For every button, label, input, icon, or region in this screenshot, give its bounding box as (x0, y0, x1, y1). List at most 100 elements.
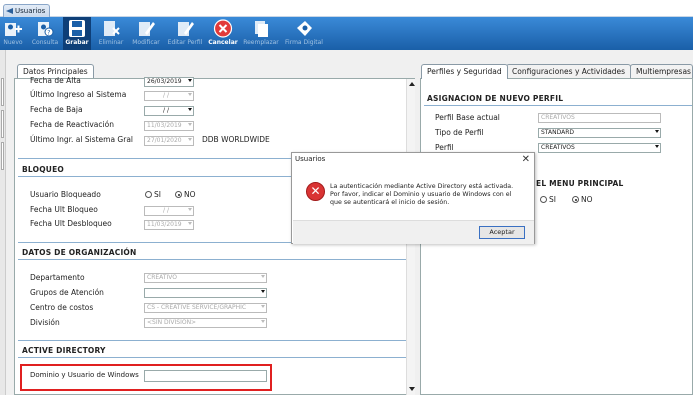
fecha-alta-field[interactable]: 26/03/2019 (144, 77, 194, 87)
radio-no-label: NO (184, 190, 196, 199)
window-tab-usuarios[interactable]: Usuarios (3, 4, 51, 17)
menu-principal-title: EL MENU PRINCIPAL (536, 179, 624, 188)
query-user-icon: ? (38, 22, 54, 37)
division-select[interactable]: <SIN DIVISION> (144, 318, 267, 328)
replace-icon (255, 21, 268, 37)
ultimo-ingr-gral-field[interactable]: 27/01/2020 (144, 136, 194, 146)
chevron-down-icon (261, 290, 265, 293)
tab-configuraciones-label: Configuraciones y Actividades (512, 67, 626, 76)
departamento-select[interactable]: CREATIVO (144, 273, 267, 283)
edit-profile-button[interactable]: Editar Perfil (165, 17, 205, 50)
delete-button-label: Eliminar (98, 39, 124, 46)
radio-circle-icon (145, 191, 152, 198)
new-button[interactable]: Nuevo (0, 17, 26, 50)
digital-signature-button-label: Firma Digital (285, 39, 323, 46)
centro-costos-select[interactable]: CS - CREATIVE SERVICE/GRAPHIC (144, 303, 267, 313)
ultimo-ingreso-value: / / (163, 92, 169, 99)
side-strip-tab[interactable] (1, 142, 4, 170)
fecha-reactivacion-value: 11/03/2019 (147, 122, 182, 129)
edit-icon (139, 22, 155, 36)
nuevo-perfil-title: ASIGNACION DE NUEVO PERFIL (427, 94, 564, 103)
chevron-down-icon (261, 305, 265, 308)
side-strip-tab[interactable] (1, 110, 4, 138)
company-name: DDB WORLDWIDE (202, 135, 270, 144)
division-value: <SIN DIVISION> (147, 319, 197, 326)
active-directory-title: ACTIVE DIRECTORY (22, 346, 106, 355)
usuario-bloqueado-label: Usuario Bloqueado (30, 190, 101, 199)
fecha-ult-desbloqueo-value: 11/03/2019 (147, 221, 182, 228)
section-divider (18, 340, 406, 341)
chevron-down-icon (261, 275, 265, 278)
fecha-baja-value: / / (163, 107, 169, 114)
fecha-ult-bloqueo-field[interactable]: / / (144, 206, 194, 216)
query-button[interactable]: ? Consulta (28, 17, 62, 50)
dialog-title-bar: Usuarios ✕ (292, 153, 534, 167)
chevron-down-icon (188, 108, 192, 111)
chevron-down-icon (188, 79, 192, 82)
tab-perfiles-seguridad-label: Perfiles y Seguridad (427, 67, 502, 76)
fecha-baja-field[interactable]: / / (144, 106, 194, 116)
perfil-base-field[interactable]: CREATIVOS (538, 113, 661, 123)
side-strip-tab[interactable] (1, 78, 4, 106)
fecha-reactivacion-field[interactable]: 11/03/2019 (144, 121, 194, 131)
accept-button[interactable]: Aceptar (479, 226, 525, 239)
svg-text:?: ? (47, 30, 50, 37)
ultimo-ingr-gral-label: Último Ingr. al Sistema Gral (30, 135, 133, 144)
fecha-ult-bloqueo-value: / / (163, 207, 169, 214)
departamento-value: CREATIVO (147, 274, 177, 281)
perfil-label: Perfil (435, 143, 454, 152)
replace-button[interactable]: Reemplazar (241, 17, 281, 50)
dialog-title: Usuarios (295, 155, 326, 163)
radio-menu-si[interactable]: SI (540, 195, 556, 204)
radio-bloqueado-no[interactable]: NO (175, 190, 196, 199)
delete-button[interactable]: Eliminar (96, 17, 126, 50)
radio-menu-no[interactable]: NO (572, 195, 593, 204)
cancel-button[interactable]: Cancelar (207, 17, 239, 50)
chevron-down-icon (188, 138, 192, 141)
digital-signature-button[interactable]: Firma Digital (283, 17, 325, 50)
close-icon[interactable]: ✕ (522, 154, 530, 165)
dominio-input[interactable] (144, 370, 267, 382)
window-tab-strip: Usuarios (0, 0, 693, 17)
save-button[interactable]: Grabar (63, 17, 91, 50)
cancel-button-label: Cancelar (208, 39, 238, 46)
tab-multiempresas[interactable]: Multiempresas (630, 64, 693, 78)
grupos-select[interactable] (144, 288, 267, 298)
edit-profile-button-label: Editar Perfil (167, 39, 203, 46)
tipo-perfil-select[interactable]: STANDARD (538, 128, 661, 138)
chevron-down-icon (188, 123, 192, 126)
back-arrow-icon (6, 8, 13, 14)
scroll-up-icon[interactable] (409, 82, 415, 86)
save-button-label: Grabar (65, 39, 89, 46)
radio-menu-no-label: NO (581, 195, 593, 204)
scroll-down-icon[interactable] (409, 387, 415, 391)
centro-costos-label: Centro de costos (30, 303, 94, 312)
radio-bloqueado-si[interactable]: SI (145, 190, 161, 199)
digital-signature-icon (297, 21, 312, 36)
edit-button-label: Modificar (132, 39, 160, 46)
tipo-perfil-label: Tipo de Perfil (435, 128, 484, 137)
fecha-reactivacion-label: Fecha de Reactivación (30, 120, 114, 129)
message-dialog: Usuarios ✕ ✕ La autenticación mediante Ac… (291, 152, 535, 244)
tab-configuraciones[interactable]: Configuraciones y Actividades (506, 64, 632, 78)
dialog-message: La autenticación mediante Active Directo… (330, 183, 514, 206)
delete-icon (104, 21, 120, 36)
fecha-alta-label: Fecha de Alta (30, 76, 81, 85)
edit-button[interactable]: Modificar (129, 17, 163, 50)
fecha-baja-label: Fecha de Baja (30, 105, 83, 114)
section-divider (18, 357, 406, 358)
perfil-select[interactable]: CREATIVOS (538, 143, 661, 153)
dialog-footer: Aceptar (293, 220, 534, 244)
chevron-down-icon (188, 93, 192, 96)
chevron-down-icon (655, 145, 659, 148)
fecha-ult-desbloqueo-field[interactable]: 11/03/2019 (144, 220, 194, 230)
window-tab-label: Usuarios (15, 7, 46, 15)
query-button-label: Consulta (31, 39, 59, 46)
ultimo-ingreso-field[interactable]: / / (144, 91, 194, 101)
radio-selected-icon (175, 191, 182, 198)
cancel-icon (213, 19, 233, 38)
ultimo-ingr-gral-value: 27/01/2020 (147, 137, 182, 144)
perfil-base-value: CREATIVOS (541, 114, 575, 121)
error-icon: ✕ (306, 182, 325, 201)
tab-perfiles-seguridad[interactable]: Perfiles y Seguridad (421, 64, 508, 79)
